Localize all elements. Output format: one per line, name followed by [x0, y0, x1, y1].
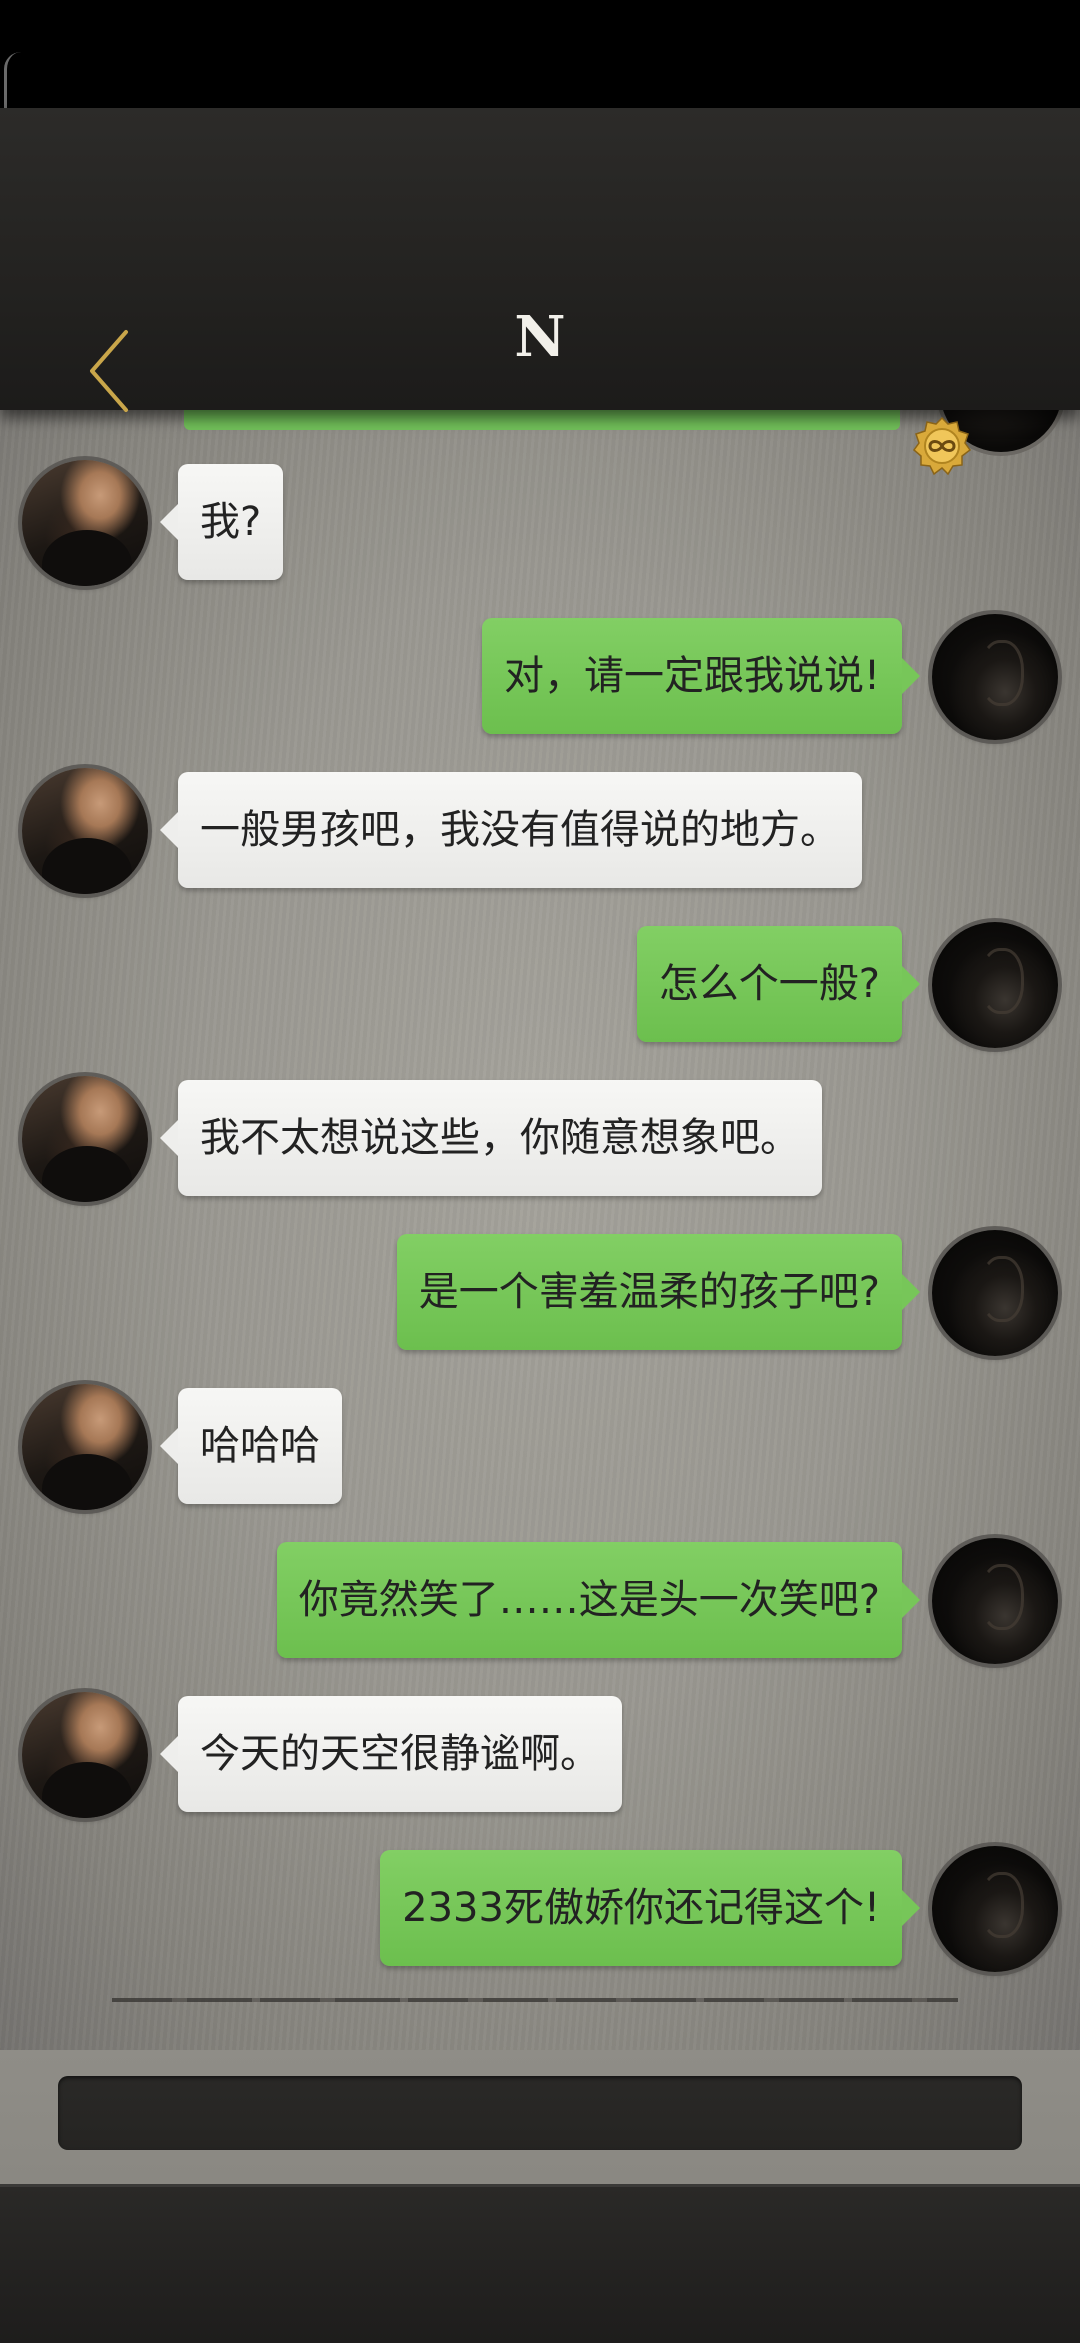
message-row: 你竟然笑了……这是头一次笑吧?	[0, 1538, 1080, 1688]
message-bubble[interactable]: 今天的天空很静谧啊。	[160, 1696, 622, 1812]
message-input[interactable]	[58, 2076, 1022, 2150]
message-row: 我不太想说这些，你随意想象吧。	[0, 1076, 1080, 1226]
avatar[interactable]	[22, 1384, 148, 1510]
message-bubble[interactable]: 我不太想说这些，你随意想象吧。	[160, 1080, 822, 1196]
avatar[interactable]	[22, 1692, 148, 1818]
status-bar	[0, 0, 1080, 187]
message-row: 今天的天空很静谧啊。	[0, 1692, 1080, 1842]
avatar[interactable]	[932, 1538, 1058, 1664]
message-bubble[interactable]: 你竟然笑了……这是头一次笑吧?	[276, 1542, 921, 1658]
avatar[interactable]	[932, 1846, 1058, 1972]
avatar[interactable]	[932, 922, 1058, 1048]
message-row: 怎么个一般?	[0, 922, 1080, 1072]
avatar[interactable]	[932, 1230, 1058, 1356]
message-bubble[interactable]: 2333死傲娇你还记得这个!	[380, 1850, 920, 1966]
message-row: 对，请一定跟我说说!	[0, 614, 1080, 764]
chat-title: N	[514, 304, 566, 370]
chat-area[interactable]: 我? 对，请一定跟我说说! 一般男孩吧，我没有值得说的地方。 怎么个一般? 我不…	[0, 410, 1080, 2050]
message-row: 一般男孩吧，我没有值得说的地方。	[0, 768, 1080, 918]
message-row: 我?	[0, 460, 1080, 610]
message-bubble[interactable]: 怎么个一般?	[636, 926, 921, 1042]
message-bubble[interactable]: 对，请一定跟我说说!	[481, 618, 921, 734]
divider	[112, 1998, 958, 2002]
message-row: 哈哈哈	[0, 1384, 1080, 1534]
message-bubble[interactable]: 我?	[159, 464, 284, 580]
previous-message-bubble	[184, 410, 900, 430]
infinity-coin-button[interactable]	[912, 416, 972, 476]
message-bubble[interactable]: 是一个害羞温柔的孩子吧?	[396, 1234, 921, 1350]
infinity-coin-icon	[912, 416, 972, 476]
chat-header: N	[0, 108, 1080, 476]
avatar[interactable]	[22, 768, 148, 894]
bottom-bar	[0, 2184, 1080, 2343]
message-row: 是一个害羞温柔的孩子吧?	[0, 1230, 1080, 1380]
avatar[interactable]	[932, 614, 1058, 740]
message-bubble[interactable]: 哈哈哈	[160, 1388, 342, 1504]
input-area	[0, 2050, 1080, 2184]
avatar[interactable]	[22, 1076, 148, 1202]
message-row: 2333死傲娇你还记得这个!	[0, 1846, 1080, 1996]
avatar[interactable]	[22, 460, 148, 586]
message-bubble[interactable]: 一般男孩吧，我没有值得说的地方。	[160, 772, 862, 888]
